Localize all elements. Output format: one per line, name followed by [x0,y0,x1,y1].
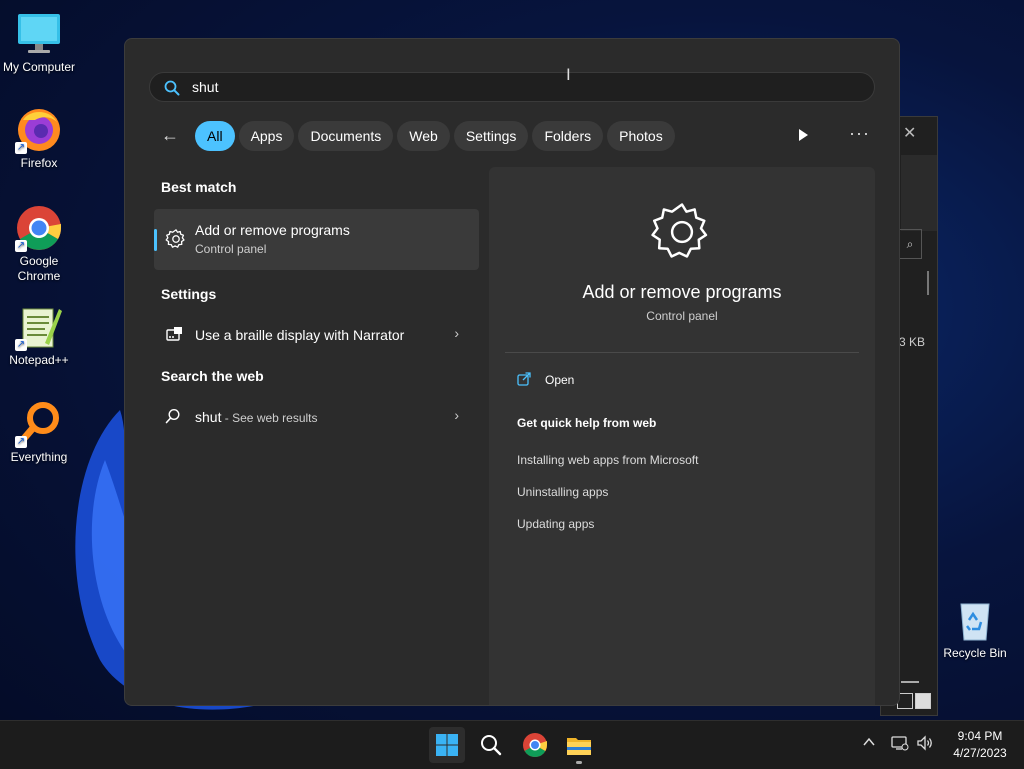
desktop-icon-chrome[interactable]: ↗ Google Chrome [1,204,77,284]
file-size-fragment: 3 KB [899,335,926,349]
taskbar-chrome-button[interactable] [517,727,553,763]
detail-pane: Add or remove programs Control panel Ope… [489,167,875,705]
filter-chip-folders[interactable]: Folders [532,121,604,151]
clock-time: 9:04 PM [957,729,1003,743]
chevron-up-icon[interactable] [862,735,876,752]
desktop-icon-my-computer[interactable]: My Computer [1,10,77,74]
web-result[interactable]: shut - See web results › [154,399,479,435]
system-clock[interactable]: 9:04 PM 4/27/2023 [944,728,1016,762]
chrome-icon [523,733,547,758]
open-external-icon [517,372,531,386]
web-result-suffix: - See web results [221,411,318,425]
arrow-left-icon[interactable]: ← [161,125,179,146]
help-link-installing-web-apps[interactable]: Installing web apps from Microsoft [517,453,698,467]
best-match-heading: Best match [161,179,237,195]
search-icon [164,80,180,96]
desktop-icon-label: Firefox [20,156,58,170]
desktop-icon-recycle-bin[interactable]: Recycle Bin [937,596,1013,660]
filter-chip-web[interactable]: Web [397,121,450,151]
filter-chips: All Apps Documents Web Settings Folders … [195,121,675,151]
filter-chip-photos[interactable]: Photos [607,121,675,151]
shortcut-arrow-icon: ↗ [15,240,27,252]
monitor-icon [15,10,63,58]
search-input[interactable] [192,77,792,97]
help-link-uninstalling-apps[interactable]: Uninstalling apps [517,485,608,499]
desktop-icon-notepadpp[interactable]: ↗ Notepad++ [1,303,77,367]
settings-result-label: Use a braille display with Narrator [195,327,405,343]
desktop-icon-label: Recycle Bin [943,646,1007,660]
quick-help-heading: Get quick help from web [517,416,657,430]
volume-icon[interactable] [916,735,934,754]
taskbar: 9:04 PM 4/27/2023 [0,720,1024,769]
tiles-view-icon[interactable] [915,693,931,709]
start-search-panel: I ← All Apps Documents Web Settings Fold… [124,38,900,706]
running-indicator [576,761,582,764]
shortcut-arrow-icon: ↗ [15,142,27,154]
narrator-settings-icon [166,327,182,341]
shortcut-arrow-icon: ↗ [15,339,27,351]
detail-subtitle: Control panel [646,309,718,323]
play-icon[interactable] [797,128,809,142]
help-link-updating-apps[interactable]: Updating apps [517,517,594,531]
search-icon [165,408,180,424]
firefox-icon: ↗ [15,106,63,154]
search-icon[interactable]: ⌕ [899,229,922,259]
scrollbar-thumb[interactable] [927,271,929,295]
best-match-result[interactable]: Add or remove programs Control panel [154,209,479,270]
start-button[interactable] [429,727,465,763]
search-icon [481,735,502,756]
open-label: Open [545,373,575,387]
search-web-heading: Search the web [161,368,264,384]
folder-icon [567,738,591,755]
detail-title: Add or remove programs [582,282,782,302]
chevron-right-icon[interactable]: › [454,325,459,341]
desktop-icon-label: Everything [10,450,68,464]
open-action[interactable]: Open [517,372,575,387]
desktop-icon-label: Google Chrome [17,254,61,283]
divider [505,352,859,353]
gear-icon [651,203,708,258]
more-options-icon[interactable]: ··· [849,123,870,144]
web-result-query: shut [195,409,222,425]
filter-chip-all[interactable]: All [195,121,235,151]
chrome-icon: ↗ [15,204,63,252]
filter-chip-settings[interactable]: Settings [453,121,529,151]
taskbar-file-explorer-button[interactable] [561,727,597,763]
best-match-title: Add or remove programs [195,222,350,238]
desktop-icon-label: Notepad++ [9,353,69,367]
shortcut-arrow-icon: ↗ [15,436,27,448]
desktop-icon-label: My Computer [2,60,76,74]
windows-logo-icon [436,734,458,756]
close-icon[interactable]: ✕ [903,123,916,143]
search-box[interactable] [149,72,875,102]
divider [901,681,919,683]
filter-chip-documents[interactable]: Documents [298,121,394,151]
desktop-icon-firefox[interactable]: ↗ Firefox [1,106,77,170]
magnifier-orange-icon: ↗ [15,400,63,448]
text-cursor-icon: I [566,65,571,84]
settings-heading: Settings [161,286,217,302]
settings-result[interactable]: Use a braille display with Narrator › [154,317,479,353]
selection-indicator [154,229,157,251]
network-icon[interactable] [891,735,909,754]
chevron-right-icon[interactable]: › [454,407,459,423]
gear-icon [165,229,185,248]
desktop-icon-everything[interactable]: ↗ Everything [1,400,77,464]
clock-date: 4/27/2023 [953,746,1007,760]
notepadpp-icon: ↗ [15,303,63,351]
taskbar-search-button[interactable] [473,727,509,763]
filter-chip-apps[interactable]: Apps [238,121,295,151]
best-match-subtitle: Control panel [195,242,267,256]
web-result-label: shut - See web results [195,409,318,425]
recycle-bin-icon [951,596,999,644]
window-ribbon [901,155,937,231]
